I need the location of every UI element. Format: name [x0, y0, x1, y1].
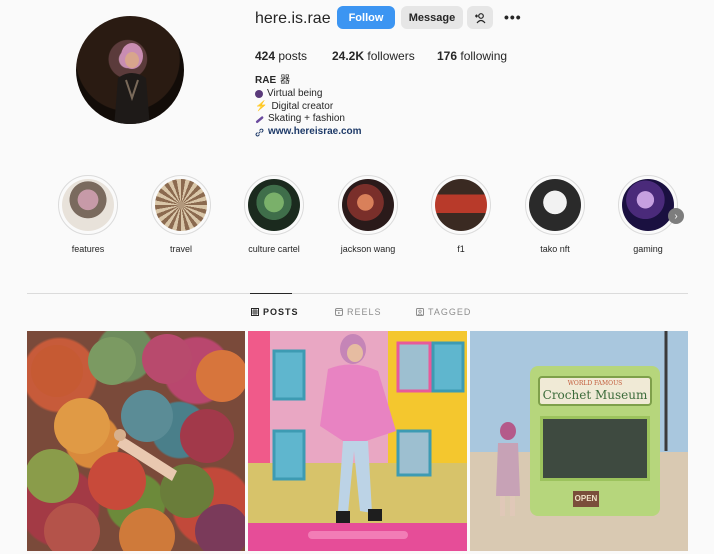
highlight-jackson-wang[interactable]: jackson wang — [338, 175, 398, 254]
tag-icon — [416, 308, 424, 316]
tab-reels-label: REELS — [347, 307, 382, 317]
followers-count[interactable]: 24.2K followers — [332, 49, 415, 63]
bio-name: RAE — [255, 75, 277, 86]
following-count-value: 176 — [437, 49, 458, 63]
highlight-label: tako nft — [540, 244, 570, 254]
post-thumbnail-1[interactable] — [27, 331, 245, 551]
lightning-icon: ⚡ — [255, 100, 268, 112]
posts-count-label: posts — [278, 49, 308, 63]
highlight-label: f1 — [457, 244, 465, 254]
link-icon — [255, 128, 264, 137]
highlight-label: features — [71, 244, 105, 254]
highlight-tako-nft[interactable]: tako nft — [525, 175, 585, 254]
crystal-ball-icon — [255, 90, 263, 99]
message-button[interactable]: Message — [401, 6, 463, 29]
highlight-label: jackson wang — [340, 244, 396, 254]
highlight-label: gaming — [633, 244, 663, 254]
highlight-ring — [58, 175, 118, 235]
bio-name-emoji: 器 — [280, 75, 291, 86]
highlight-ring — [431, 175, 491, 235]
suggest-user-button[interactable] — [467, 6, 493, 29]
posts-count: 424 posts — [255, 49, 307, 63]
highlight-ring — [525, 175, 585, 235]
highlight-ring — [151, 175, 211, 235]
tab-posts-label: POSTS — [263, 307, 299, 317]
skateboard-icon — [255, 116, 264, 124]
highlight-f1[interactable]: f1 — [431, 175, 491, 254]
tab-reels[interactable]: REELS — [335, 307, 382, 317]
highlight-label: travel — [169, 244, 192, 254]
more-options-icon[interactable]: ••• — [504, 9, 522, 25]
person-add-icon — [475, 12, 486, 23]
followers-count-label: followers — [367, 49, 415, 63]
post-thumbnail-2[interactable] — [248, 331, 467, 551]
profile-bio: RAE 器 Virtual being ⚡ Digital creator Sk… — [255, 75, 362, 139]
post-thumbnail-3[interactable]: WORLD FAMOUS Crochet Museum OPEN — [470, 331, 688, 551]
tab-tagged[interactable]: TAGGED — [416, 307, 471, 317]
bio-line-3: Skating + fashion — [268, 113, 345, 125]
avatar-figure — [114, 43, 150, 124]
yarn-balls-image — [27, 334, 245, 551]
tab-tagged-label: TAGGED — [428, 307, 472, 317]
bio-website-link[interactable]: www.hereisrae.com — [268, 126, 362, 139]
profile-avatar[interactable] — [76, 16, 184, 124]
posts-count-value: 424 — [255, 49, 276, 63]
tab-posts[interactable]: POSTS — [251, 307, 299, 317]
highlight-ring — [244, 175, 304, 235]
skater-street-image — [248, 331, 467, 551]
highlight-ring — [618, 175, 678, 235]
highlight-culture-cartel[interactable]: culture cartel — [244, 175, 304, 254]
tabs-divider — [27, 293, 688, 294]
reels-icon — [335, 308, 343, 316]
profile-username: here.is.rae — [255, 10, 331, 27]
following-count[interactable]: 176 following — [437, 49, 507, 63]
museum-scene-image — [496, 331, 668, 516]
highlight-travel[interactable]: travel — [151, 175, 211, 254]
bio-line-1: Virtual being — [267, 87, 323, 99]
follow-button[interactable]: Follow — [337, 6, 395, 29]
highlight-label: culture cartel — [248, 244, 300, 254]
grid-icon — [251, 308, 259, 316]
active-tab-indicator — [250, 293, 292, 294]
highlight-ring — [338, 175, 398, 235]
bio-line-2: Digital creator — [271, 100, 334, 112]
following-count-label: following — [460, 49, 508, 63]
followers-count-value: 24.2K — [332, 49, 365, 63]
chevron-right-icon[interactable]: › — [668, 208, 684, 224]
highlight-features[interactable]: features — [58, 175, 118, 254]
